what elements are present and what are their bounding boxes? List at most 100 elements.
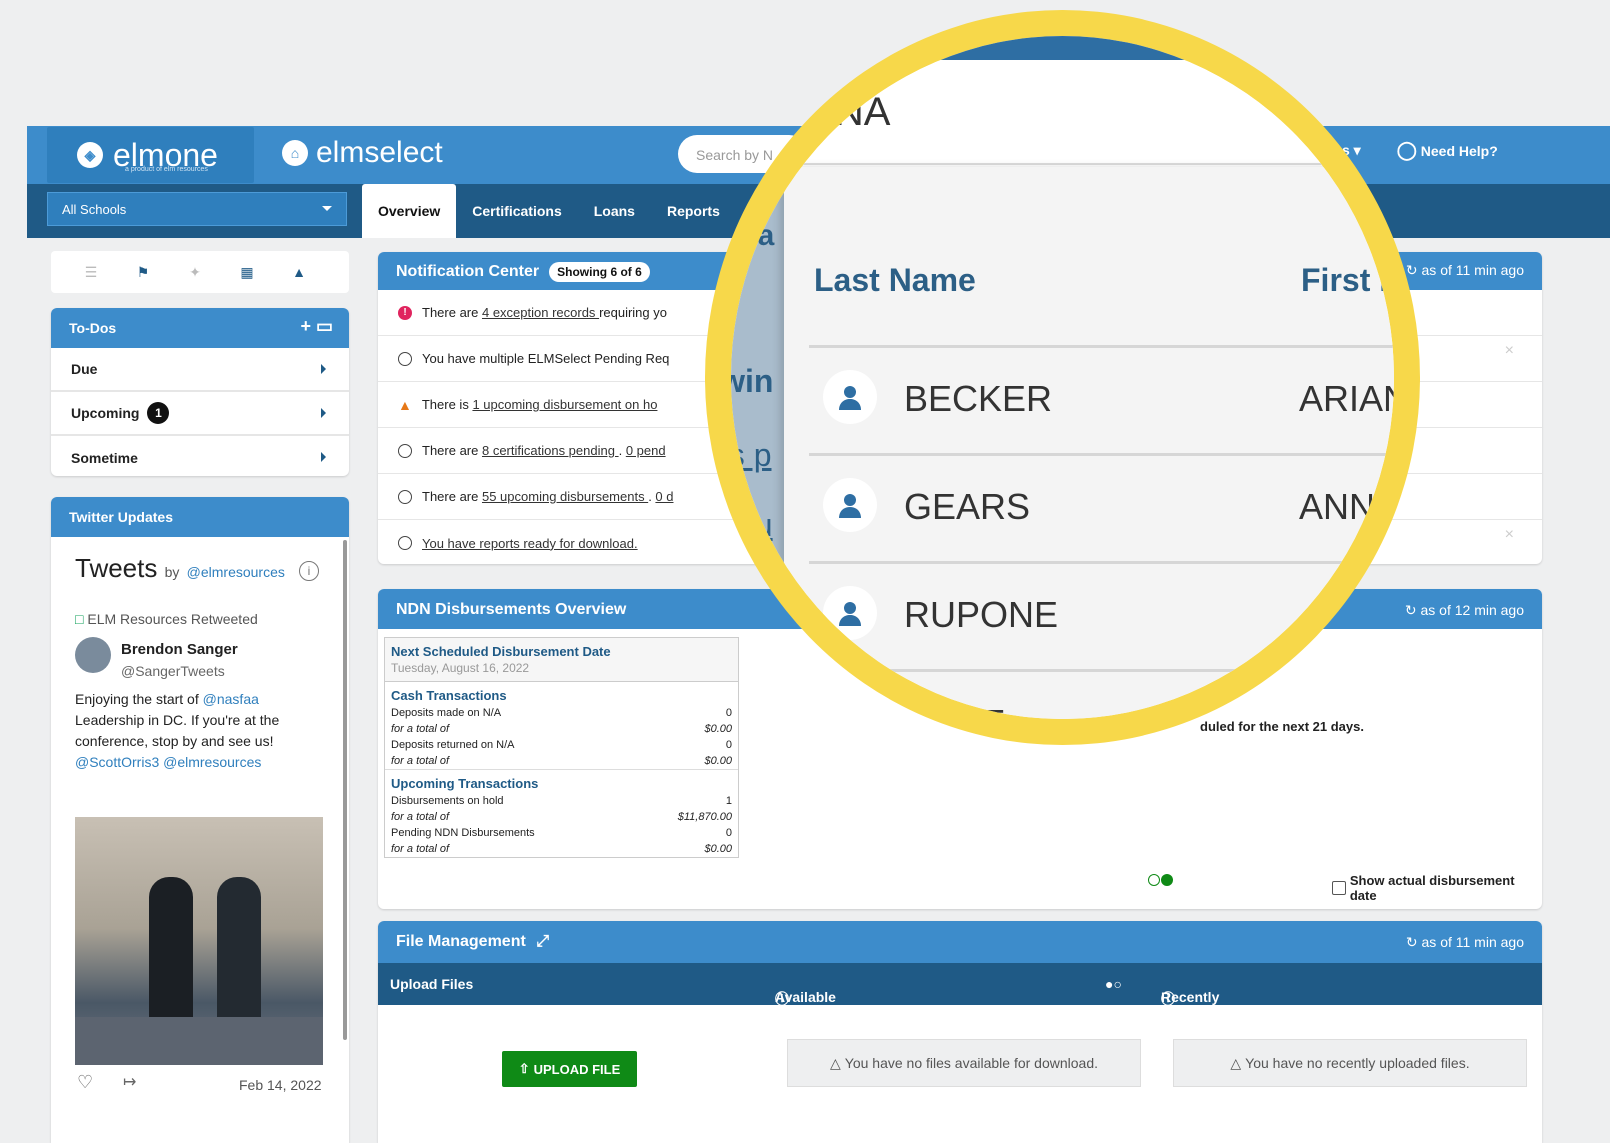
- tab-loans[interactable]: Loans: [578, 184, 651, 238]
- twitter-panel: Twitter Updates Tweets by @elmresources …: [51, 497, 349, 1143]
- tweet-mention[interactable]: @ScottOrris3: [75, 754, 159, 770]
- elmselect-logo[interactable]: ⌂ elmselect: [282, 136, 443, 170]
- todo-label: Sometime: [71, 450, 138, 466]
- notification-link[interactable]: 1 upcoming disbursement on ho: [472, 397, 657, 412]
- notification-link[interactable]: 4 exception records: [482, 305, 599, 320]
- ndn-row: for a total of $0.00: [385, 753, 738, 770]
- tweet-date[interactable]: Feb 14, 2022: [239, 1077, 322, 1093]
- add-icon[interactable]: +: [300, 316, 311, 336]
- elmone-logo[interactable]: ◈ elmone: [47, 127, 254, 183]
- magnified-search-input[interactable]: NNA: [731, 60, 1394, 165]
- photo-person: [217, 877, 261, 1027]
- refresh-timestamp[interactable]: ↻ as of 11 min ago: [1406, 934, 1524, 951]
- twitter-icon[interactable]: ✦: [169, 251, 221, 293]
- photo-person: [149, 877, 193, 1027]
- notification-link[interactable]: 0 pend: [626, 443, 666, 458]
- need-help-link[interactable]: ◯ Need Help?: [1397, 140, 1498, 161]
- twitter-scrollbar[interactable]: [343, 540, 347, 1040]
- info-icon[interactable]: ⓘ: [1161, 989, 1175, 1009]
- close-icon[interactable]: ×: [1505, 342, 1514, 360]
- result-last-name: BECKER: [904, 378, 1053, 419]
- info-icon[interactable]: ⓘ: [775, 989, 789, 1009]
- dot-icon[interactable]: [1161, 874, 1173, 886]
- next-disbursement-label: Next Scheduled Disbursement Date: [391, 644, 611, 659]
- elmone-logo-icon: ◈: [77, 142, 103, 168]
- tweets-heading: Tweets by @elmresources: [75, 553, 285, 583]
- warning-icon: △: [1230, 1054, 1242, 1071]
- ndn-row: for a total of $0.00: [391, 723, 732, 735]
- tab-overview[interactable]: Overview: [362, 184, 457, 238]
- chevron-right-icon: [321, 364, 331, 374]
- tab-reports[interactable]: Reports: [651, 184, 736, 238]
- calculator-icon[interactable]: ▦: [221, 251, 273, 293]
- info-icon[interactable]: i: [299, 561, 319, 581]
- checkbox[interactable]: [1332, 881, 1346, 895]
- bg-fragment: howin: [720, 363, 774, 399]
- column-last-name: Last Name: [814, 262, 976, 298]
- tweet-author-handle[interactable]: @SangerTweets: [121, 663, 225, 679]
- refresh-timestamp[interactable]: ↻ as of 11 min ago: [1406, 262, 1524, 279]
- tweet-mention[interactable]: @nasfaa: [203, 691, 259, 707]
- tab-certifications[interactable]: Certifications: [456, 184, 577, 238]
- list-icon[interactable]: ☰: [65, 251, 117, 293]
- magnifier-overlay: NNA Loa howin ns p sbu Last Name First N…: [705, 10, 1420, 745]
- cash-title: Cash Transactions: [391, 688, 507, 703]
- result-last-name: GEARS: [904, 486, 1031, 527]
- carousel-dots[interactable]: [1148, 874, 1173, 886]
- bg-fragment: ns p: [711, 437, 772, 473]
- like-icon[interactable]: ♡: [77, 1072, 93, 1093]
- file-management-panel: File Management ⤢ ↻ as of 11 min ago Upl…: [378, 921, 1542, 1143]
- share-icon[interactable]: ↦: [123, 1072, 136, 1092]
- chevron-right-icon: [321, 452, 331, 462]
- person-icon: [823, 478, 877, 532]
- next-disbursement-date: Tuesday, August 16, 2022: [391, 661, 530, 675]
- toggle-dots[interactable]: ●○: [1105, 976, 1122, 992]
- todo-sometime[interactable]: Sometime: [51, 436, 349, 476]
- autocomplete-dropdown: Last Name First N BECKER ARIAN GEARS ANN…: [784, 167, 1394, 719]
- ndn-row: Pending NDN Disbursements 0: [391, 827, 732, 839]
- ndn-summary: Next Scheduled Disbursement Date Tuesday…: [384, 637, 739, 858]
- result-last-name: RUPONE: [904, 594, 1059, 635]
- upload-column-title: Upload Files: [390, 976, 474, 992]
- elmselect-logo-text: elmselect: [316, 136, 443, 169]
- result-row[interactable]: GEARS ANNA: [809, 453, 1394, 559]
- expand-icon[interactable]: ⤢: [536, 933, 549, 950]
- tweet-author[interactable]: Brendon Sanger: [121, 641, 238, 658]
- showing-badge: Showing 6 of 6: [549, 262, 650, 282]
- alert-icon: !: [398, 305, 412, 320]
- upcoming-title: Upcoming Transactions: [391, 776, 539, 791]
- notification-link[interactable]: 55 upcoming disbursements: [482, 489, 648, 504]
- person-icon: [823, 586, 877, 640]
- school-select-value: All Schools: [62, 202, 127, 217]
- school-select[interactable]: All Schools: [47, 192, 347, 226]
- upload-file-button[interactable]: ⇧ UPLOAD FILE: [502, 1051, 637, 1087]
- search-value: NNA: [806, 90, 891, 134]
- checkbox-label: Show actual disbursement date: [1349, 873, 1515, 903]
- main-tabs: Overview Certifications Loans Reports: [362, 184, 736, 238]
- trash-icon[interactable]: ▭: [316, 316, 333, 336]
- todos-title: To-Dos: [69, 320, 117, 336]
- photo-table: [75, 1017, 323, 1065]
- todo-upcoming[interactable]: Upcoming 1: [51, 392, 349, 436]
- result-row[interactable]: BECKER ARIAN: [809, 345, 1394, 451]
- tweet-photo[interactable]: [75, 817, 323, 1065]
- close-icon[interactable]: ×: [1505, 526, 1514, 544]
- chevron-right-icon: [321, 408, 331, 418]
- circle-icon: [398, 443, 412, 458]
- notification-link[interactable]: 0 d: [655, 489, 673, 504]
- ndn-row: Deposits made on N/A 0: [391, 707, 732, 719]
- folder-icon[interactable]: ▲: [273, 251, 325, 293]
- megaphone-icon[interactable]: ⚑: [117, 251, 169, 293]
- result-row[interactable]: RUPONE: [809, 561, 1394, 667]
- notification-link[interactable]: You have reports ready for download.: [422, 536, 638, 551]
- todo-label: Upcoming: [71, 405, 140, 421]
- notification-link[interactable]: 8 certifications pending: [482, 443, 619, 458]
- todos-header: To-Dos + ▭: [51, 308, 349, 348]
- dot-icon[interactable]: [1148, 874, 1160, 886]
- show-actual-date-toggle[interactable]: Show actual disbursement date: [1332, 873, 1542, 903]
- tweet-mention[interactable]: @elmresources: [163, 754, 261, 770]
- avatar[interactable]: [75, 637, 111, 673]
- refresh-timestamp[interactable]: ↻ as of 12 min ago: [1405, 602, 1524, 619]
- todo-due[interactable]: Due: [51, 348, 349, 392]
- person-icon: [823, 370, 877, 424]
